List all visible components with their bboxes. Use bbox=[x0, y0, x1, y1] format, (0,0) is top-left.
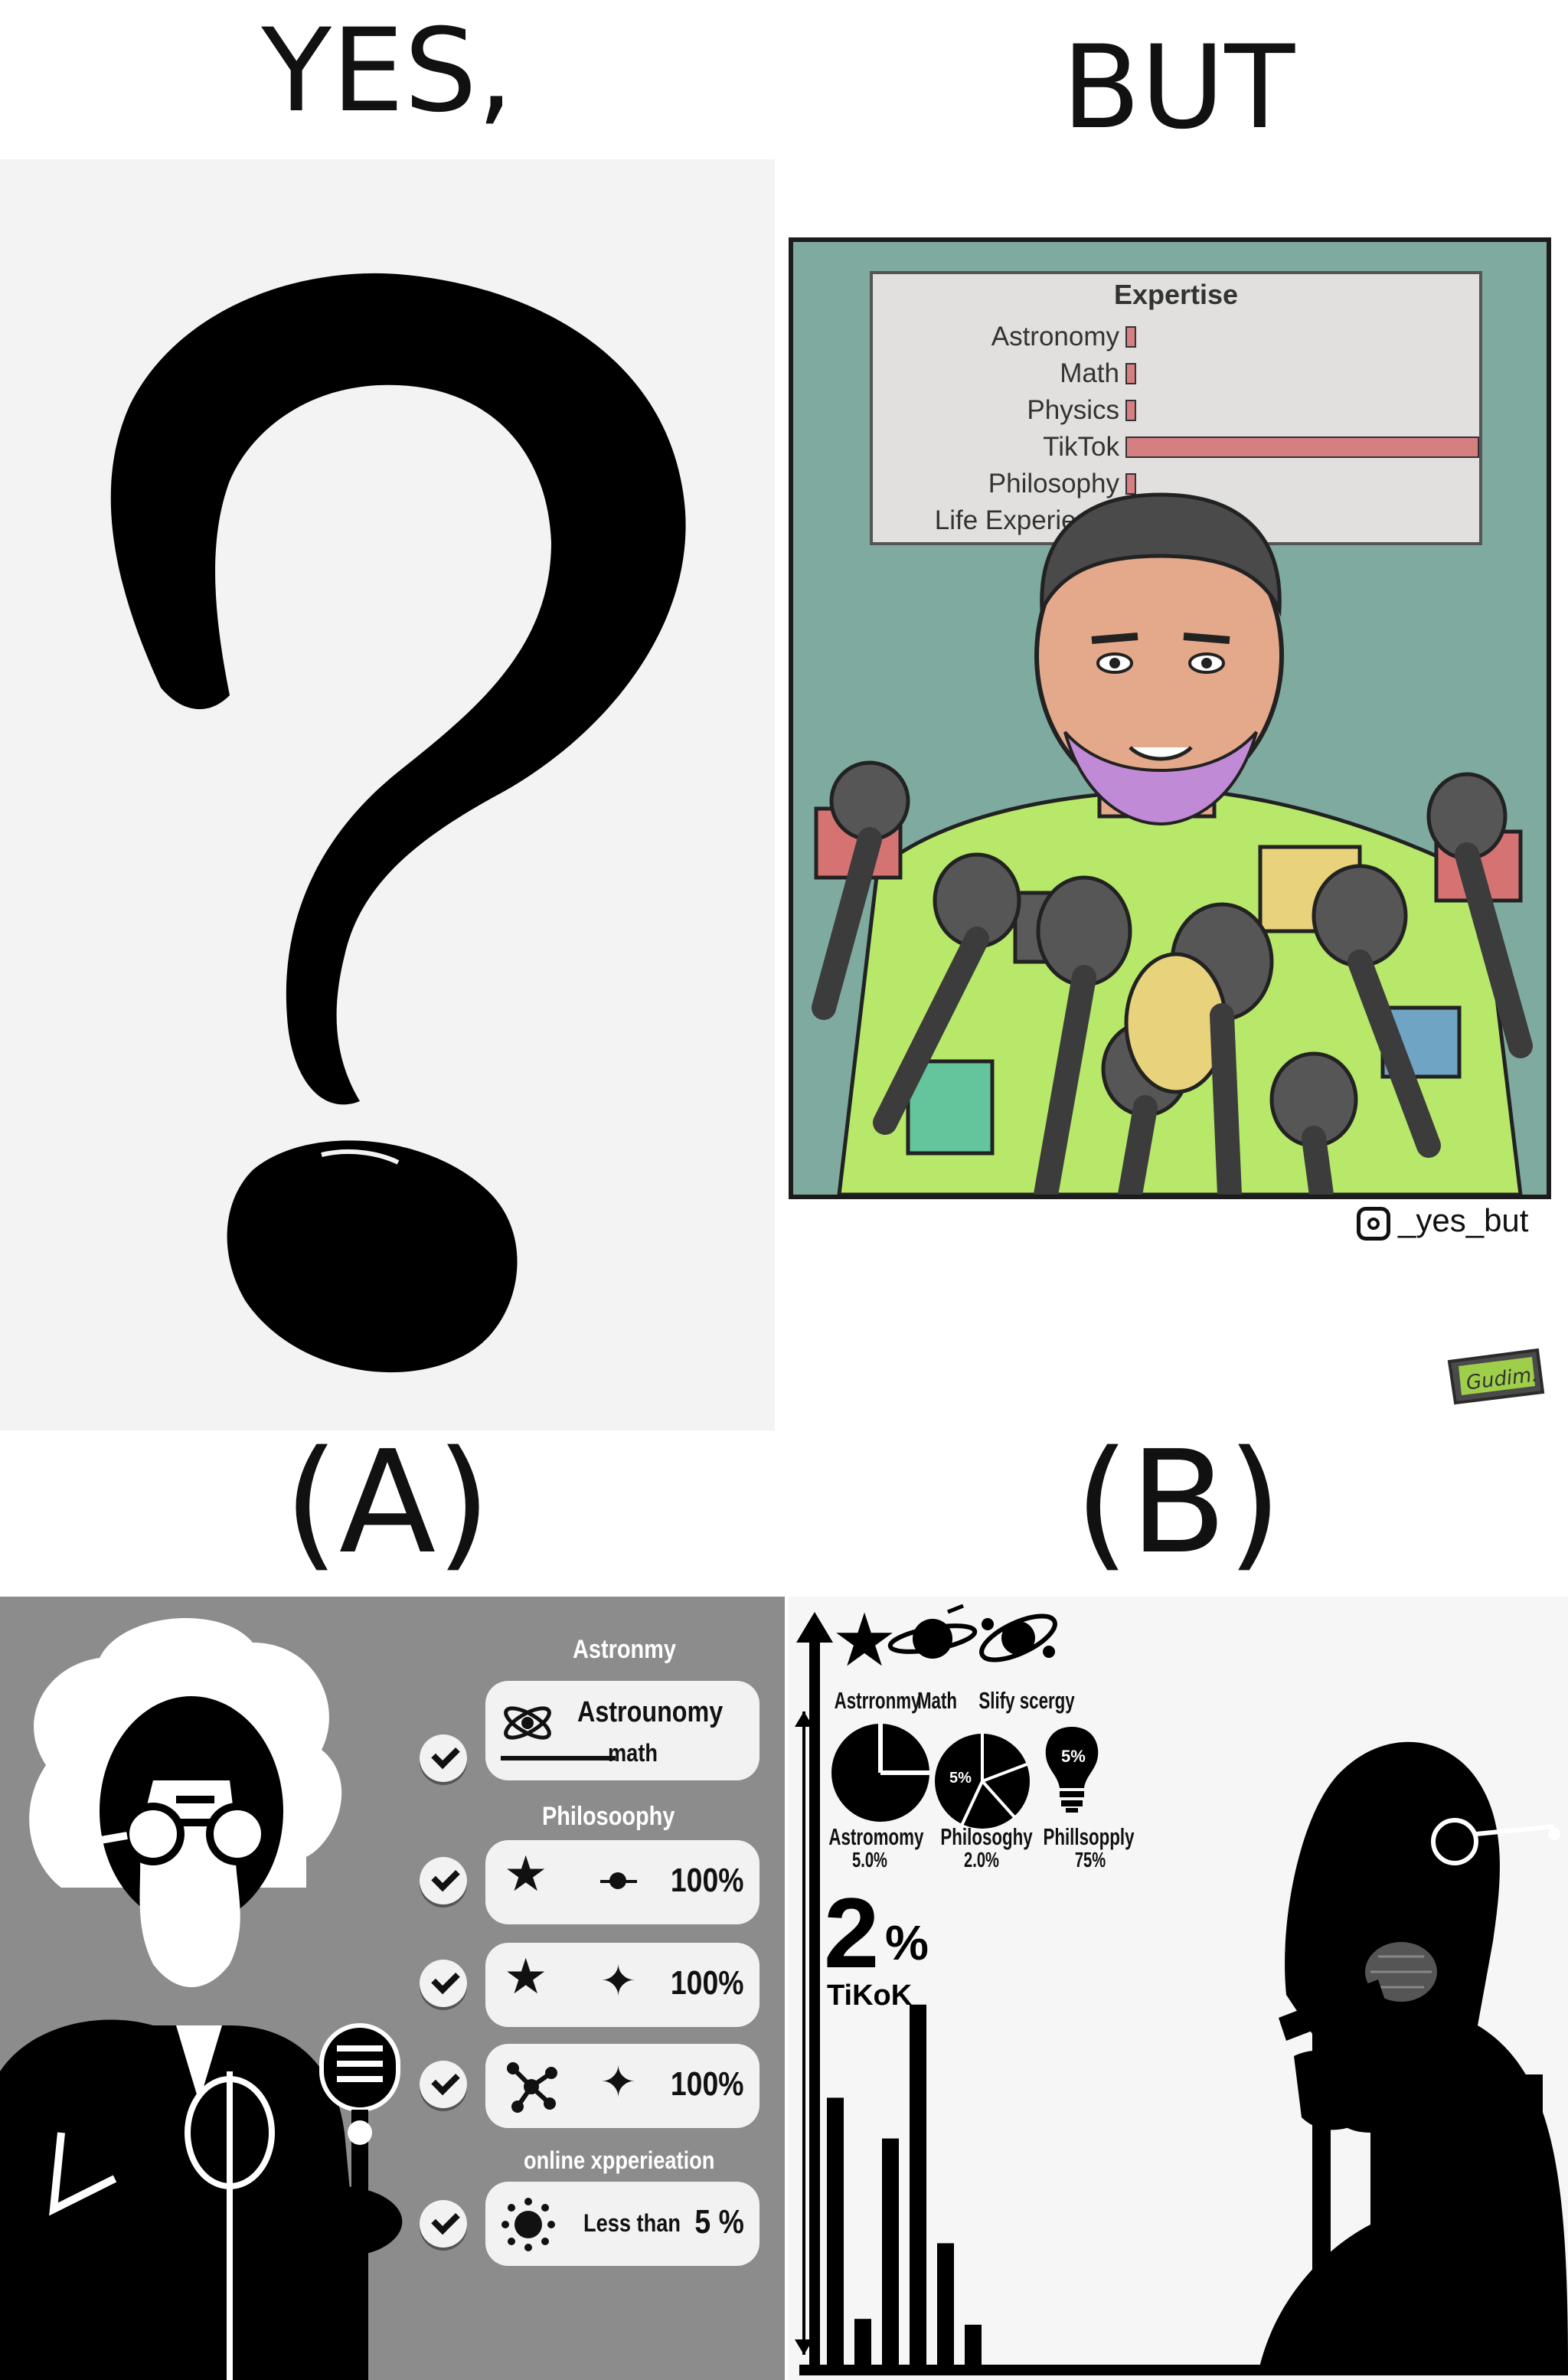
star-icon: ★ bbox=[504, 1846, 548, 1901]
stat-value: 2.0% bbox=[964, 1848, 999, 1872]
philosopher-silhouette-icon bbox=[0, 1617, 403, 2380]
bar bbox=[882, 2138, 899, 2365]
sparkle-icon: ✦ bbox=[600, 2058, 636, 2106]
icon-label: Math bbox=[916, 1687, 958, 1714]
big-label: TiKoK bbox=[827, 1980, 913, 2012]
percent-card[interactable]: ★ 100% bbox=[485, 1840, 760, 1924]
choice-b-label[interactable]: (B) bbox=[789, 1432, 1568, 1574]
orbit-icon bbox=[979, 1613, 1057, 1662]
big-unit: % bbox=[885, 1915, 929, 1970]
pie-chart-icon bbox=[831, 1724, 929, 1822]
percent-value: 100% bbox=[671, 1964, 744, 2002]
molecule-icon bbox=[507, 2062, 557, 2113]
artist-signature: Gudim. bbox=[1442, 1339, 1549, 1409]
press-conference-panel: Expertise Astronomy Math Physics TikTok Phil… bbox=[789, 237, 1551, 1199]
saturn-icon bbox=[887, 1604, 978, 1659]
heading-online: online xpperieation bbox=[524, 2146, 715, 2174]
icon-label: Slify scergy bbox=[978, 1687, 1075, 1714]
percent-card[interactable]: ✦ 100% bbox=[485, 2044, 760, 2128]
experience-card[interactable]: Less than 5 % bbox=[485, 2182, 760, 2266]
question-mark-icon bbox=[110, 273, 686, 1373]
bulb-label: 5% bbox=[1061, 1747, 1086, 1766]
sparkle-icon: ✦ bbox=[600, 1957, 636, 2005]
divider bbox=[501, 1756, 616, 1760]
check-icon[interactable] bbox=[420, 1734, 467, 1782]
stat-name: Philosoghy bbox=[940, 1823, 1033, 1850]
percent-value: 100% bbox=[671, 2065, 744, 2103]
bar bbox=[854, 2319, 871, 2365]
but-heading: BUT bbox=[1061, 21, 1295, 155]
atom-icon bbox=[504, 1706, 551, 1740]
lightbulb-icon bbox=[1045, 1727, 1099, 1813]
check-icon[interactable] bbox=[420, 2200, 467, 2248]
bar bbox=[965, 2324, 982, 2365]
stat-value: 75% bbox=[1074, 1848, 1106, 1872]
stat-name: Phillsopply bbox=[1043, 1823, 1135, 1850]
icon-label: Astrronmy bbox=[834, 1687, 921, 1714]
percent-value: 100% bbox=[671, 1862, 744, 1899]
stat-name: Astromomy bbox=[828, 1823, 924, 1850]
experience-text: Less than bbox=[583, 2209, 681, 2237]
check-icon[interactable] bbox=[420, 2061, 467, 2108]
stat-value: 5.0% bbox=[852, 1848, 887, 1872]
question-mark-panel bbox=[0, 159, 775, 1430]
influencer-illustration bbox=[812, 492, 1533, 1195]
percent-card[interactable]: ★ ✦ 100% bbox=[485, 1943, 760, 2027]
check-icon[interactable] bbox=[420, 1960, 467, 2007]
big-number: 2 bbox=[824, 1877, 880, 1989]
astronomy-card[interactable]: Astrounomy math bbox=[485, 1681, 760, 1780]
yes-heading: YES, bbox=[261, 5, 514, 138]
card-subtitle: math bbox=[608, 1739, 658, 1767]
card-title: Astrounomy bbox=[577, 1696, 724, 1728]
bar bbox=[937, 2243, 954, 2365]
heading-philosophy: Philosoophy bbox=[542, 1802, 675, 1831]
pie-label: 5% bbox=[949, 1770, 972, 1787]
star-icon: ★ bbox=[504, 1949, 548, 2004]
credit-handle: _yes_but bbox=[1398, 1202, 1529, 1238]
planet-icon bbox=[600, 1863, 637, 1900]
heading-astronomy: Astronmy bbox=[573, 1635, 676, 1664]
instagram-icon bbox=[1357, 1207, 1390, 1241]
bar bbox=[910, 2004, 926, 2365]
check-icon[interactable] bbox=[420, 1857, 467, 1904]
pie-slices-icon bbox=[935, 1734, 1030, 1829]
experience-value: 5 % bbox=[694, 2203, 744, 2241]
bar bbox=[827, 2097, 844, 2365]
option-a-panel[interactable]: Astronmy Astrounomy math Philosoophy ★ 1… bbox=[0, 1597, 785, 2380]
option-b-panel[interactable]: ★ Astrronmy Math Slify scergy 5% 5% Astr… bbox=[789, 1597, 1568, 2380]
choice-a-label[interactable]: (A) bbox=[0, 1432, 775, 1574]
sun-icon bbox=[501, 2198, 555, 2251]
bars-left bbox=[827, 2004, 982, 2365]
